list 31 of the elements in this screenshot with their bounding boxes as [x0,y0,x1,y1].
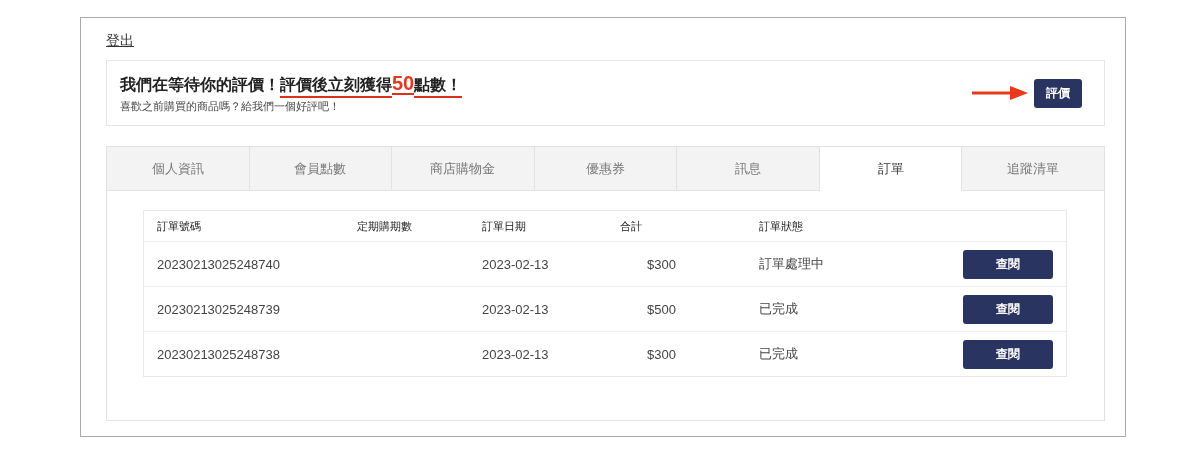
view-button[interactable]: 查閱 [963,249,1053,279]
arrow-icon [972,85,1028,101]
column-header: 訂單號碼 [156,218,202,234]
view-button[interactable]: 查閱 [963,294,1053,324]
table-cell-text: 2023-02-13 [481,346,550,362]
tab[interactable]: 追蹤清單 [962,147,1105,191]
table-cell-text: 已完成 [758,300,799,318]
table-cell-text: 2023-02-13 [481,301,550,317]
logout-link[interactable]: 登出 [106,32,134,50]
review-subtitle: 喜歡之前購買的商品嗎？給我們一個好評吧！ [120,98,341,114]
review-headline: 我們在等待你的評價！評價後立刻獲得50點數！ [120,72,972,98]
column-header: 訂單狀態 [758,218,804,234]
table-cell-text: $300 [646,346,677,362]
table-cell-text: $500 [646,301,677,317]
tab[interactable]: 個人資訊 [107,147,250,191]
table-cell-text: 已完成 [758,345,799,363]
table-cell-text: 20230213025248739 [156,301,281,317]
view-button[interactable]: 查閱 [963,339,1053,369]
tab[interactable]: 優惠券 [534,147,678,191]
table-cell-text: 20230213025248738 [156,346,281,362]
column-header: 訂單日期 [481,218,527,234]
tab[interactable]: 訊息 [677,147,820,191]
table-cell-text: 2023-02-13 [481,256,550,272]
table-cell-text: 20230213025248740 [156,256,281,272]
column-header: 合計 [619,218,643,234]
tab[interactable]: 會員點數 [249,147,393,191]
table-cell-text: 訂單處理中 [758,255,825,273]
column-header: 定期購期數 [356,218,413,234]
table-cell-text: $300 [646,256,677,272]
review-button[interactable]: 評價 [1034,78,1082,108]
tab[interactable]: 商店購物金 [392,147,535,191]
